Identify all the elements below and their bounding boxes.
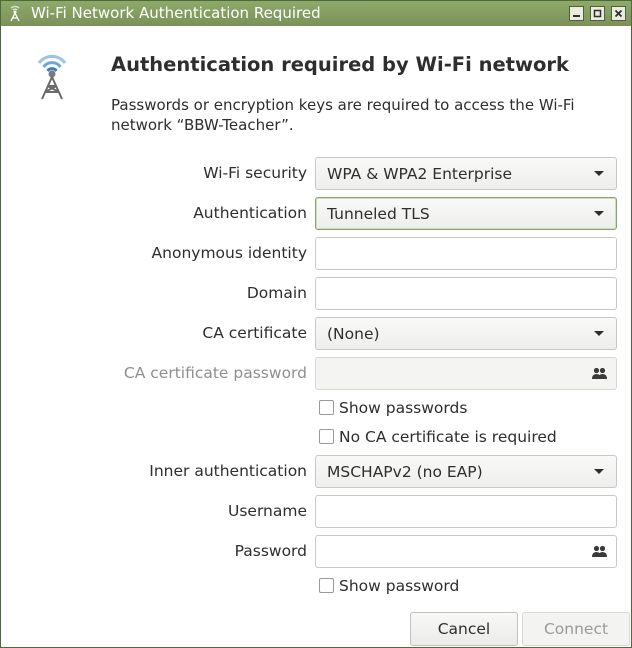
authentication-combo[interactable]: Tunneled TLS	[315, 197, 617, 230]
cancel-button[interactable]: Cancel	[410, 612, 518, 646]
password-label: Password	[234, 542, 307, 560]
users-icon[interactable]	[592, 545, 607, 557]
wifi-security-value: WPA & WPA2 Enterprise	[327, 165, 513, 183]
ca-certificate-password-input	[322, 363, 576, 385]
dialog-window: Wi-Fi Network Authentication Required Au…	[0, 0, 632, 648]
inner-authentication-value: MSCHAPv2 (no EAP)	[327, 463, 483, 481]
dropdown-arrow-icon	[594, 331, 604, 336]
password-input[interactable]	[322, 541, 576, 563]
no-ca-required-label: No CA certificate is required	[339, 428, 557, 446]
window-title: Wi-Fi Network Authentication Required	[31, 4, 321, 22]
dialog-description: Passwords or encryption keys are require…	[111, 96, 575, 134]
dialog-heading: Authentication required by Wi-Fi network	[111, 53, 570, 76]
close-icon	[614, 9, 623, 18]
connect-button[interactable]: Connect	[522, 612, 630, 646]
ca-certificate-password-label: CA certificate password	[123, 364, 307, 382]
anonymous-identity-field[interactable]	[315, 237, 617, 270]
close-button[interactable]	[611, 6, 626, 21]
ca-certificate-combo[interactable]: (None)	[315, 317, 617, 350]
domain-field[interactable]	[315, 277, 617, 310]
inner-authentication-combo[interactable]: MSCHAPv2 (no EAP)	[315, 455, 617, 488]
authentication-label: Authentication	[193, 204, 307, 222]
network-wireless-icon	[10, 5, 20, 22]
authentication-value: Tunneled TLS	[327, 205, 430, 223]
show-passwords-label: Show passwords	[339, 399, 468, 417]
dropdown-arrow-icon	[594, 469, 604, 474]
domain-label: Domain	[246, 284, 307, 302]
inner-authentication-label: Inner authentication	[149, 462, 307, 480]
minimize-icon	[573, 15, 580, 17]
users-icon	[592, 367, 607, 379]
minimize-button[interactable]	[569, 6, 584, 21]
checkbox-box[interactable]	[319, 400, 334, 415]
maximize-button[interactable]	[590, 6, 605, 21]
password-field[interactable]	[315, 535, 617, 568]
wifi-security-label: Wi-Fi security	[203, 164, 307, 182]
ca-certificate-value: (None)	[327, 325, 380, 343]
show-password-label: Show password	[339, 577, 460, 595]
maximize-icon	[593, 9, 602, 18]
dropdown-arrow-icon	[594, 211, 604, 216]
username-input[interactable]	[322, 501, 576, 523]
ca-certificate-label: CA certificate	[202, 324, 307, 342]
checkbox-box[interactable]	[319, 578, 334, 593]
wireless-tower-icon	[37, 54, 67, 100]
domain-input[interactable]	[322, 283, 576, 305]
dropdown-arrow-icon	[594, 171, 604, 176]
anonymous-identity-input[interactable]	[322, 243, 576, 265]
anonymous-identity-label: Anonymous identity	[151, 244, 307, 262]
wifi-security-combo[interactable]: WPA & WPA2 Enterprise	[315, 157, 617, 190]
titlebar[interactable]: Wi-Fi Network Authentication Required	[1, 1, 631, 26]
username-field[interactable]	[315, 495, 617, 528]
checkbox-box[interactable]	[319, 429, 334, 444]
username-label: Username	[227, 502, 307, 520]
ca-certificate-password-field	[315, 357, 617, 390]
